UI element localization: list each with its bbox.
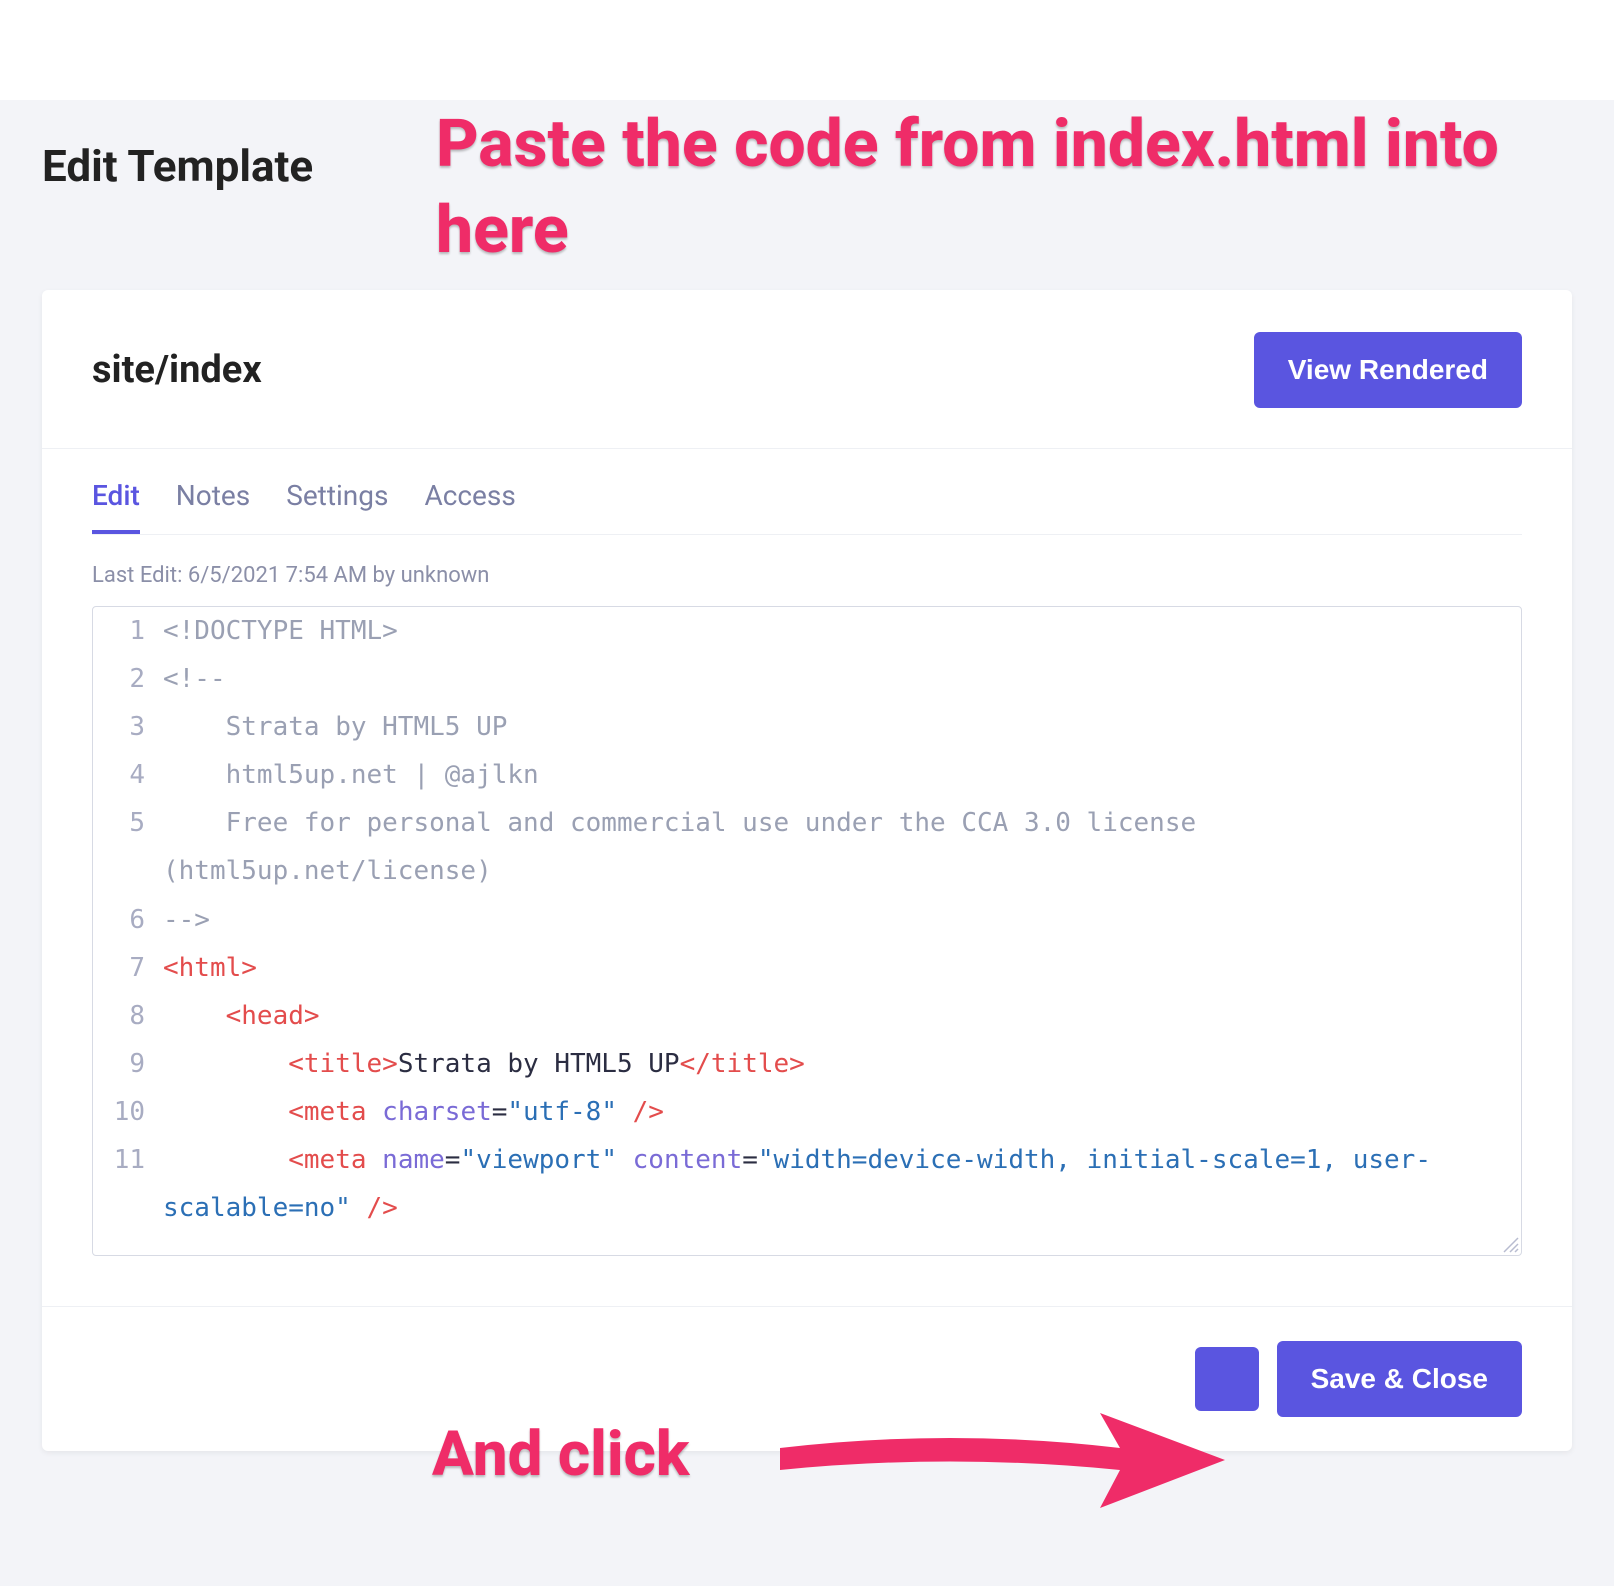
code-text: <!DOCTYPE HTML> xyxy=(163,607,1521,655)
code-text: html5up.net | @ajlkn xyxy=(163,751,1521,799)
code-line: 7<html> xyxy=(93,944,1521,992)
annotation-paste-instruction: Paste the code from index.html into here xyxy=(436,102,1614,274)
page-title: Edit Template xyxy=(42,140,313,192)
code-text: <html> xyxy=(163,944,1521,992)
line-number: 4 xyxy=(93,751,163,799)
code-line: 5 Free for personal and commercial use u… xyxy=(93,799,1521,895)
code-line: 10 <meta charset="utf-8" /> xyxy=(93,1088,1521,1136)
tab-notes[interactable]: Notes xyxy=(176,479,250,534)
code-text: Strata by HTML5 UP xyxy=(163,703,1521,751)
code-line: 2<!-- xyxy=(93,655,1521,703)
tab-access[interactable]: Access xyxy=(424,479,515,534)
code-editor[interactable]: 1<!DOCTYPE HTML>2<!--3 Strata by HTML5 U… xyxy=(92,606,1522,1256)
tabs-row: Edit Notes Settings Access xyxy=(92,449,1522,535)
line-number: 8 xyxy=(93,992,163,1040)
card-header: site/index View Rendered xyxy=(42,290,1572,449)
code-text: <meta charset="utf-8" /> xyxy=(163,1088,1521,1136)
footer-secondary-button[interactable] xyxy=(1195,1347,1259,1411)
code-text: <title>Strata by HTML5 UP</title> xyxy=(163,1040,1521,1088)
line-number: 6 xyxy=(93,896,163,944)
editor-card: site/index View Rendered Edit Notes Sett… xyxy=(42,290,1572,1451)
tab-edit[interactable]: Edit xyxy=(92,479,140,534)
line-number: 9 xyxy=(93,1040,163,1088)
code-text: <meta name="viewport" content="width=dev… xyxy=(163,1136,1521,1232)
code-line: 1<!DOCTYPE HTML> xyxy=(93,607,1521,655)
code-line: 8 <head> xyxy=(93,992,1521,1040)
card-footer: Save & Close xyxy=(42,1306,1572,1451)
line-number: 7 xyxy=(93,944,163,992)
last-edit-text: Last Edit: 6/5/2021 7:54 AM by unknown xyxy=(42,535,1572,606)
resize-handle-icon[interactable] xyxy=(1501,1235,1519,1253)
code-text: <!-- xyxy=(163,655,1521,703)
save-close-button[interactable]: Save & Close xyxy=(1277,1341,1522,1417)
code-line: 3 Strata by HTML5 UP xyxy=(93,703,1521,751)
code-line: 9 <title>Strata by HTML5 UP</title> xyxy=(93,1040,1521,1088)
line-number: 11 xyxy=(93,1136,163,1232)
code-text: --> xyxy=(163,896,1521,944)
code-text: Free for personal and commercial use und… xyxy=(163,799,1521,895)
template-name: site/index xyxy=(92,348,262,392)
line-number: 2 xyxy=(93,655,163,703)
view-rendered-button[interactable]: View Rendered xyxy=(1254,332,1522,408)
line-number: 10 xyxy=(93,1088,163,1136)
code-text: <head> xyxy=(163,992,1521,1040)
code-line: 11 <meta name="viewport" content="width=… xyxy=(93,1136,1521,1232)
annotation-click-instruction: And click xyxy=(432,1418,689,1491)
line-number: 1 xyxy=(93,607,163,655)
code-line: 4 html5up.net | @ajlkn xyxy=(93,751,1521,799)
line-number: 5 xyxy=(93,799,163,895)
tab-settings[interactable]: Settings xyxy=(286,479,388,534)
line-number: 3 xyxy=(93,703,163,751)
code-line: 6--> xyxy=(93,896,1521,944)
